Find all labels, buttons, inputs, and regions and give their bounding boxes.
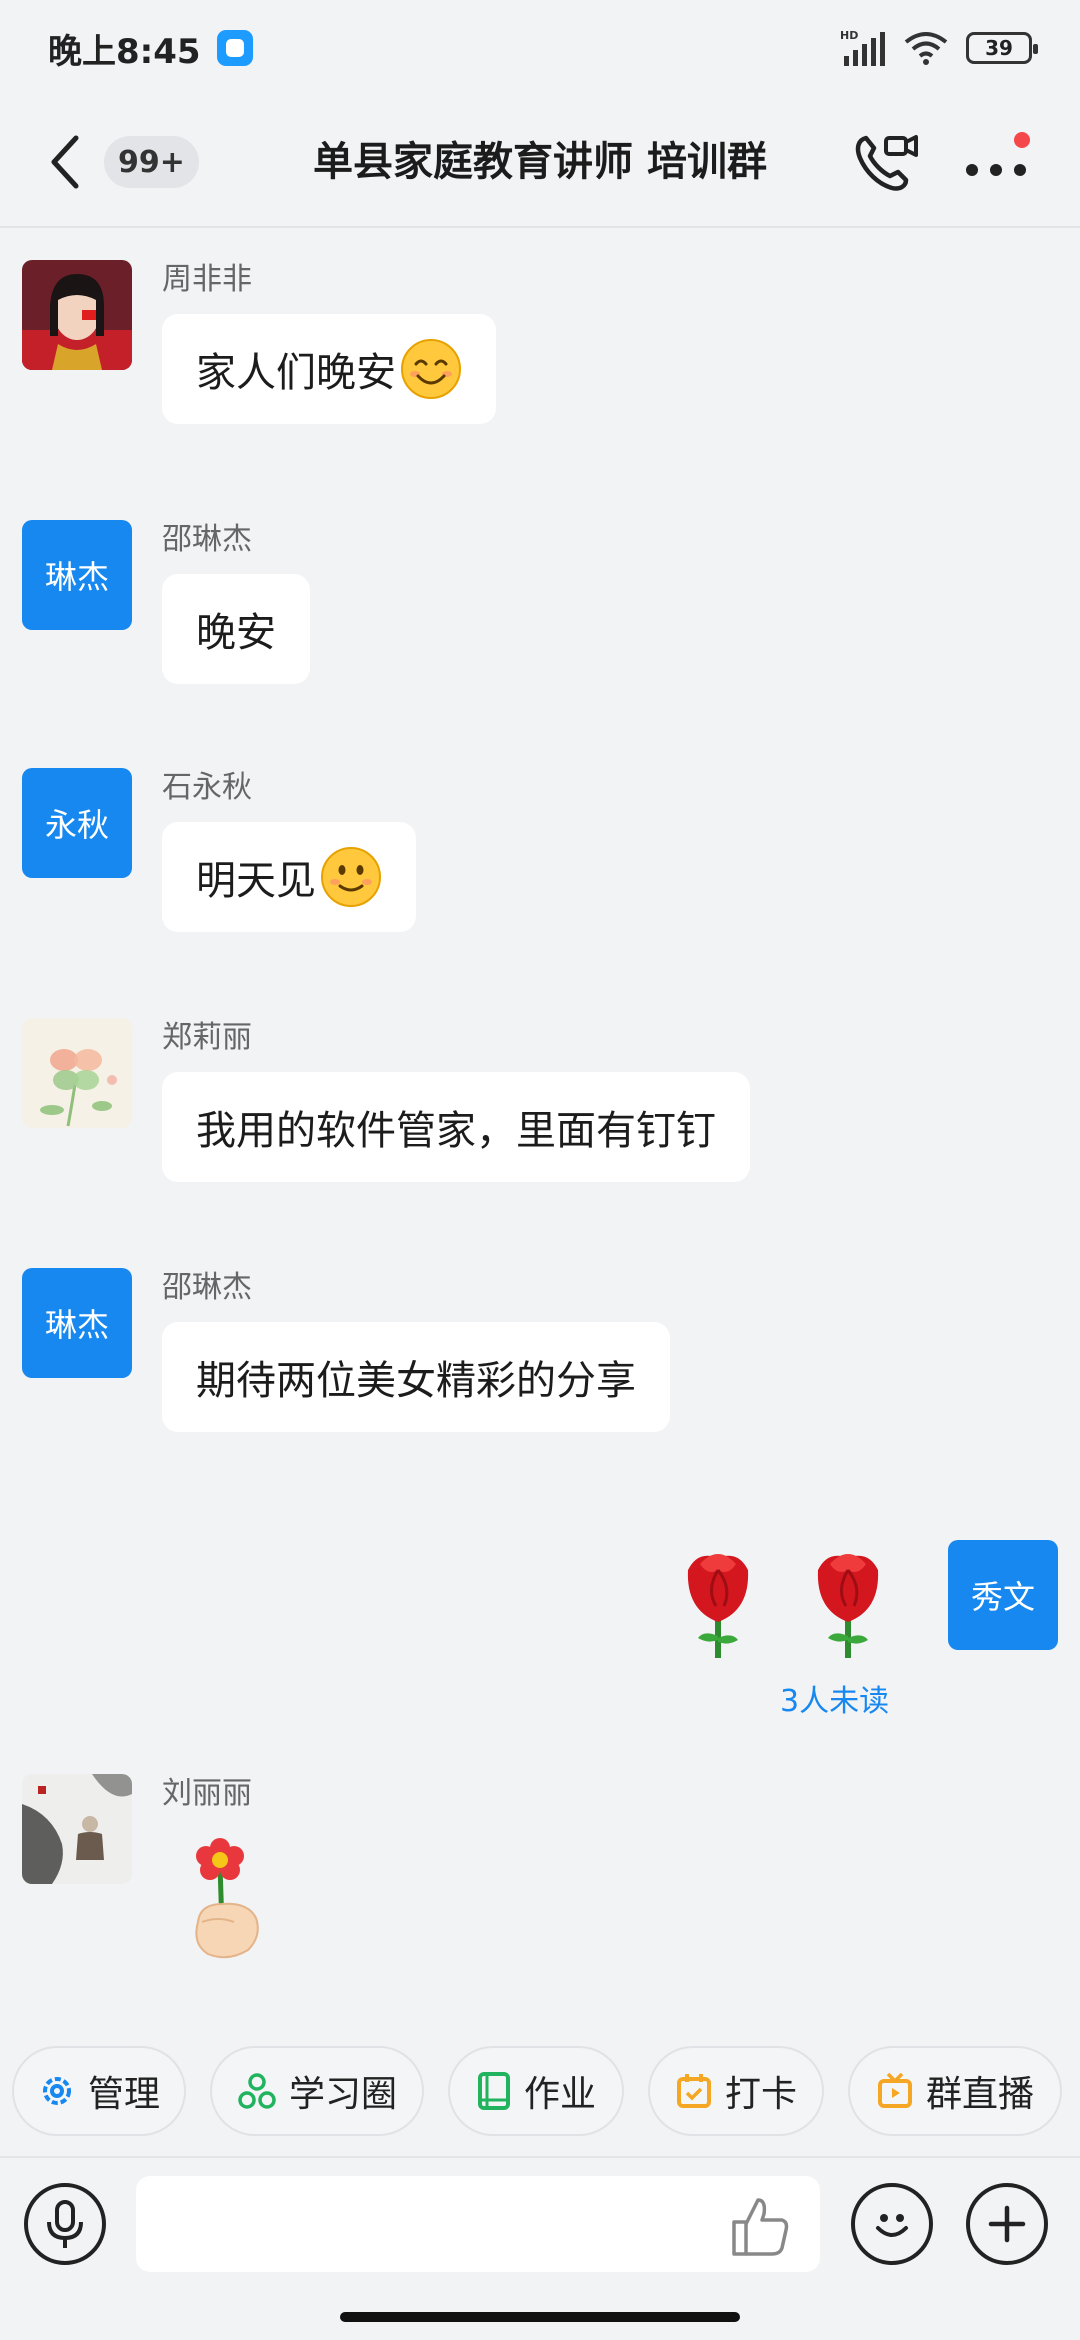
chip-study-circle[interactable]: 学习圈 — [210, 2046, 424, 2136]
hand-holding-flower-icon — [195, 1838, 259, 1959]
chip-label: 作业 — [523, 2074, 596, 2115]
video-call-icon — [855, 135, 918, 191]
microphone-icon — [47, 2200, 83, 2248]
chip-homework[interactable]: 作业 — [448, 2046, 624, 2136]
app-notification-icon — [216, 30, 253, 66]
battery-indicator: 39 — [966, 32, 1038, 64]
message-text: 我用的软件管家，里面有钉钉 — [196, 1108, 716, 1154]
book-icon — [477, 2072, 510, 2110]
thumbs-up-icon — [732, 2198, 789, 2256]
status-left: 晚上8:45 — [48, 24, 253, 73]
tv-play-icon — [877, 2072, 912, 2108]
notification-dot — [1014, 132, 1030, 148]
status-bar: 晚上8:45 HD 39 — [0, 0, 1080, 96]
avatar[interactable] — [22, 1774, 132, 1884]
message-text: 期待两位美女精彩的分享 — [196, 1358, 636, 1404]
chip-group-live[interactable]: 群直播 — [848, 2046, 1062, 2136]
read-status[interactable]: 3人未读 — [780, 1676, 889, 1720]
chevron-left-icon — [51, 135, 79, 189]
avatar-ink-painting — [22, 1774, 132, 1884]
avatar[interactable]: 永秋 — [22, 768, 132, 878]
sender-name: 邵琳杰 — [162, 1270, 252, 1305]
avatar[interactable]: 琳杰 — [22, 1268, 132, 1378]
message-bubble[interactable]: 家人们晚安 — [162, 314, 496, 424]
message-list[interactable]: 周非非 家人们晚安 琳杰 邵琳杰 晚安 永秋 石永秋 明天见 郑莉丽 我用的软件… — [0, 230, 1080, 2040]
slight-smile-icon — [321, 847, 381, 907]
network-label: HD — [840, 29, 858, 42]
video-call-button[interactable] — [852, 130, 920, 194]
rose-sticker-message[interactable] — [668, 1540, 918, 1660]
message-text: 晚安 — [196, 610, 276, 656]
sender-name: 邵琳杰 — [162, 522, 252, 557]
chip-check-in[interactable]: 打卡 — [648, 2046, 824, 2136]
plus-button[interactable] — [966, 2183, 1048, 2265]
avatar[interactable] — [22, 260, 132, 370]
sender-name: 刘丽丽 — [162, 1776, 252, 1811]
signal-icon: HD — [840, 29, 885, 66]
status-time: 晚上8:45 — [48, 31, 201, 72]
avatar-flower-photo — [22, 1018, 132, 1128]
chip-label: 管理 — [87, 2074, 160, 2115]
smiling-face-icon — [401, 339, 461, 399]
status-right: HD 39 — [840, 28, 1038, 68]
home-indicator[interactable] — [340, 2312, 740, 2322]
emoji-button[interactable] — [851, 2183, 933, 2265]
rose-icon — [687, 1554, 879, 1658]
message-bubble[interactable]: 我用的软件管家，里面有钉钉 — [162, 1072, 750, 1182]
gear-icon — [42, 2077, 71, 2105]
message-input[interactable] — [136, 2176, 820, 2272]
wifi-icon — [904, 32, 948, 65]
sender-name: 石永秋 — [162, 770, 252, 805]
avatar[interactable] — [22, 1018, 132, 1128]
calendar-check-icon — [676, 2074, 711, 2108]
more-button[interactable] — [962, 132, 1034, 192]
avatar[interactable]: 秀文 — [948, 1540, 1058, 1650]
sender-name: 周非非 — [162, 262, 252, 297]
back-button[interactable] — [40, 132, 90, 192]
chip-manage[interactable]: 管理 — [12, 2046, 186, 2136]
message-text: 家人们晚安 — [196, 350, 396, 396]
message-bubble[interactable]: 期待两位美女精彩的分享 — [162, 1322, 670, 1432]
unread-count-badge[interactable]: 99+ — [104, 136, 199, 188]
circles-icon — [238, 2073, 276, 2109]
quick-actions-bar: 管理 学习圈 作业 打卡 群直播 — [0, 2046, 1080, 2142]
avatar[interactable]: 琳杰 — [22, 520, 132, 630]
message-bubble[interactable]: 晚安 — [162, 574, 310, 684]
message-bubble[interactable]: 明天见 — [162, 822, 416, 932]
plus-icon — [988, 2205, 1026, 2243]
chat-title[interactable]: 单县家庭教育讲师 培训群 — [240, 132, 840, 192]
voice-button[interactable] — [24, 2183, 106, 2265]
chip-label: 打卡 — [724, 2074, 797, 2115]
chip-label: 群直播 — [925, 2074, 1034, 2115]
flower-sticker-message[interactable] — [178, 1826, 278, 1966]
message-text: 明天见 — [196, 858, 316, 904]
chat-header: 99+ 单县家庭教育讲师 培训群 — [0, 96, 1080, 228]
avatar-photo — [22, 260, 132, 370]
like-button[interactable] — [728, 2194, 792, 2258]
chip-label: 学习圈 — [288, 2074, 397, 2115]
sender-name: 郑莉丽 — [162, 1020, 252, 1055]
emoji-face-icon — [876, 2214, 908, 2237]
